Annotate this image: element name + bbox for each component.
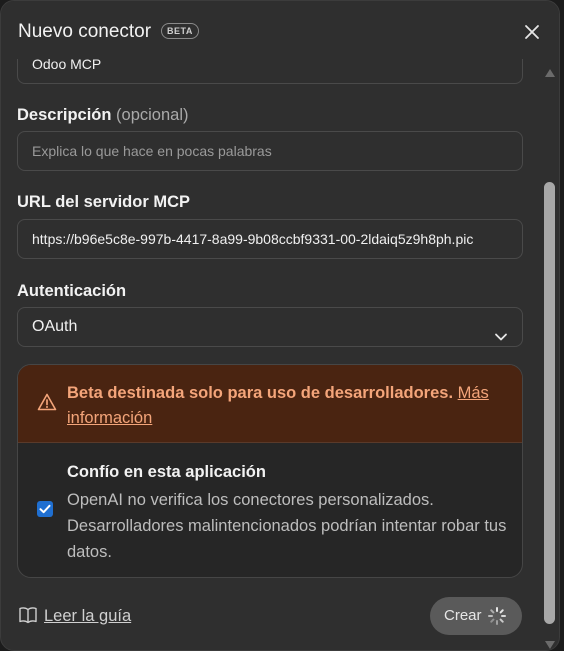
description-label-text: Descripción	[17, 106, 112, 124]
chevron-down-icon	[494, 321, 508, 346]
warning-text: Beta destinada solo para uso de desarrol…	[67, 381, 507, 431]
read-guide-link[interactable]: Leer la guía	[18, 606, 131, 626]
description-input[interactable]: Explica lo que hace en pocas palabras	[17, 131, 523, 171]
book-icon	[19, 607, 37, 624]
trust-title: Confío en esta aplicación	[67, 463, 266, 481]
dialog-title: Nuevo conector	[18, 21, 152, 42]
auth-select-value: OAuth	[32, 318, 78, 335]
developer-warning-box: Beta destinada solo para uso de desarrol…	[17, 364, 523, 578]
more-info-link-part1: Más	[457, 384, 489, 402]
auth-select[interactable]: OAuth	[17, 307, 523, 347]
create-button[interactable]: Crear	[430, 597, 522, 635]
description-placeholder: Explica lo que hace en pocas palabras	[32, 143, 272, 159]
auth-label: Autenticación	[17, 282, 127, 300]
read-guide-label: Leer la guía	[44, 607, 132, 625]
url-label: URL del servidor MCP	[17, 193, 190, 211]
dialog-body: Odoo MCP Descripción (opcional) Explica …	[1, 1, 537, 650]
new-connector-dialog: Odoo MCP Descripción (opcional) Explica …	[0, 0, 560, 651]
close-button[interactable]	[522, 22, 542, 42]
url-input-value: https://b96e5c8e-997b-4417-8a99-9b08ccbf…	[32, 231, 474, 247]
warning-message: Beta destinada solo para uso de desarrol…	[67, 384, 454, 402]
scroll-up-arrow[interactable]	[544, 65, 556, 83]
scrollbar-thumb[interactable]	[544, 182, 555, 624]
scroll-down-arrow[interactable]	[544, 637, 556, 650]
trust-checkbox[interactable]	[37, 501, 53, 517]
more-info-link-part2: información	[67, 409, 153, 427]
warning-icon	[37, 393, 57, 416]
check-icon	[39, 504, 51, 514]
warning-banner: Beta destinada solo para uso de desarrol…	[18, 365, 522, 443]
dialog-header: Nuevo conector BETA	[1, 1, 559, 59]
close-icon	[525, 25, 539, 39]
description-optional: (opcional)	[116, 106, 189, 124]
spinner-icon	[487, 606, 507, 630]
create-button-label: Crear	[444, 607, 482, 624]
trust-description: OpenAI no verifica los conectores person…	[67, 491, 507, 561]
beta-badge: BETA	[161, 23, 199, 39]
url-input[interactable]: https://b96e5c8e-997b-4417-8a99-9b08ccbf…	[17, 219, 523, 259]
description-label: Descripción (opcional)	[17, 106, 189, 125]
